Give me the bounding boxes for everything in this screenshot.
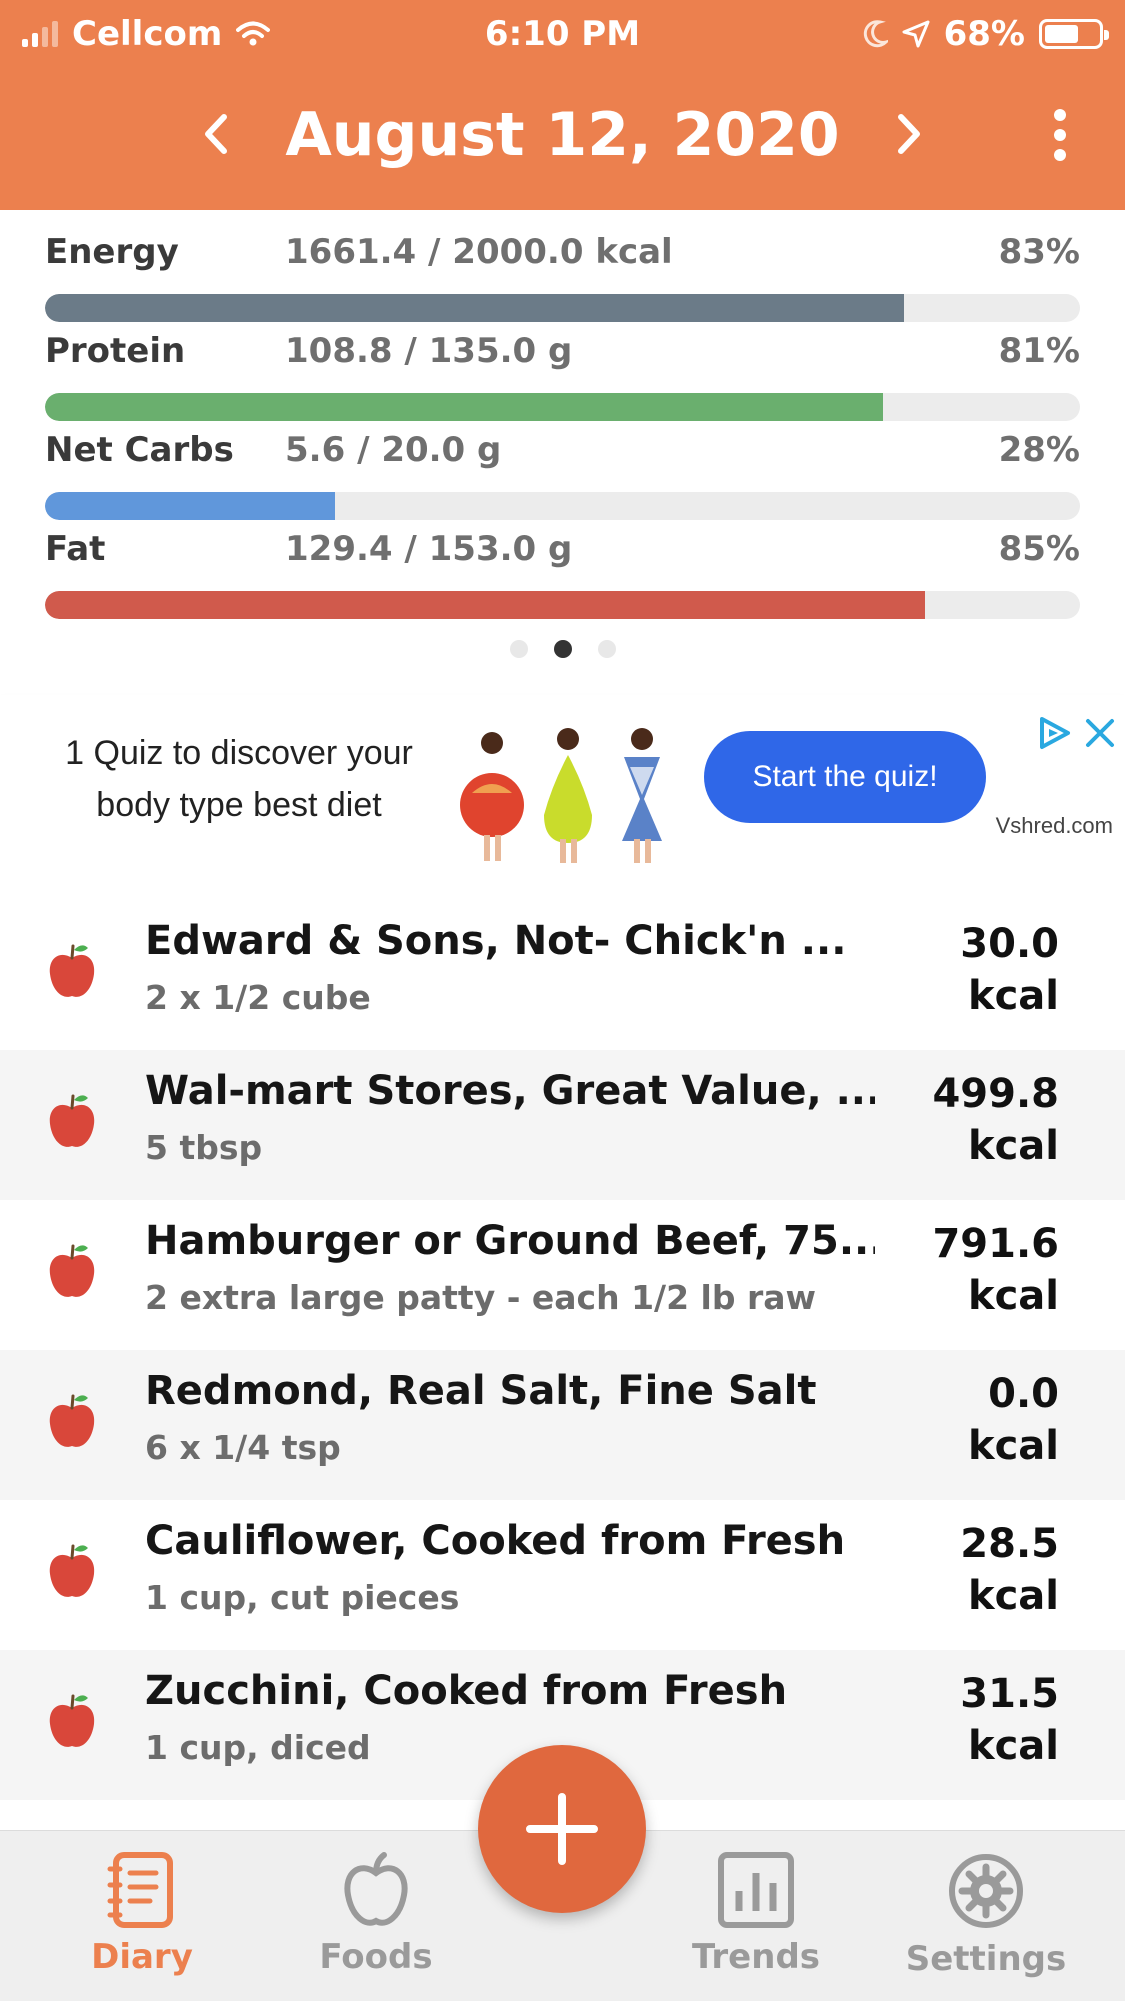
status-bar: Cellcom 6:10 PM 68% (0, 10, 1125, 60)
adchoices-icon[interactable] (1036, 715, 1072, 751)
apple-icon (48, 1243, 96, 1299)
gear-icon (949, 1854, 1023, 1928)
page-dot[interactable] (597, 640, 616, 658)
more-vertical-icon[interactable] (1040, 107, 1080, 163)
apple-icon (48, 1093, 96, 1149)
macro-net-carbs: Net Carbs 5.6 / 20.0 g 28% (45, 408, 1080, 520)
food-name: Hamburger or Ground Beef, 75... (145, 1218, 875, 1264)
apple-outline-icon (344, 1852, 408, 1926)
status-right: 68% (862, 14, 1109, 54)
app-header: Cellcom 6:10 PM 68% August 12, 2020 (0, 0, 1125, 210)
page-indicator[interactable] (0, 640, 1125, 658)
macro-name: Net Carbs (45, 430, 234, 470)
food-name: Wal-mart Stores, Great Value, ... (145, 1068, 875, 1114)
food-name: Cauliflower, Cooked from Fresh (145, 1518, 846, 1564)
food-serving: 1 cup, diced (145, 1728, 371, 1767)
tab-label: Trends (691, 1937, 821, 1977)
food-entry[interactable]: Wal-mart Stores, Great Value, ... 5 tbsp… (0, 1050, 1125, 1200)
food-serving: 2 x 1/2 cube (145, 978, 371, 1017)
food-calories: 0.0 kcal (968, 1368, 1059, 1472)
food-log-list: Edward & Sons, Not- Chick'n ... 2 x 1/2 … (0, 900, 1125, 1800)
calorie-unit: kcal (967, 973, 1059, 1019)
page-dot-active[interactable] (553, 640, 572, 658)
ad-domain: Vshred.com (995, 813, 1113, 838)
battery-percent: 68% (943, 14, 1025, 54)
macro-percent: 28% (998, 430, 1080, 470)
food-calories: 30.0 kcal (960, 918, 1059, 1022)
tab-label: Foods (319, 1937, 433, 1977)
macro-protein: Protein 108.8 / 135.0 g 81% (45, 309, 1080, 421)
macro-value: 129.4 / 153.0 g (285, 529, 573, 569)
food-serving: 2 extra large patty - each 1/2 lb raw (145, 1278, 817, 1317)
food-calories: 791.6 kcal (932, 1218, 1059, 1322)
food-serving: 5 tbsp (145, 1128, 263, 1167)
food-serving: 1 cup, cut pieces (145, 1578, 460, 1617)
food-calories: 499.8 kcal (932, 1068, 1059, 1172)
diary-date[interactable]: August 12, 2020 (0, 95, 1125, 175)
food-entry[interactable]: Hamburger or Ground Beef, 75... 2 extra … (0, 1200, 1125, 1350)
calorie-value: 791.6 (932, 1221, 1059, 1267)
food-entry[interactable]: Edward & Sons, Not- Chick'n ... 2 x 1/2 … (0, 900, 1125, 1050)
tab-label: Settings (905, 1939, 1067, 1979)
macro-percent: 85% (998, 529, 1080, 569)
calorie-value: 31.5 (960, 1671, 1059, 1717)
calorie-unit: kcal (967, 1423, 1059, 1469)
calorie-unit: kcal (967, 1723, 1059, 1769)
food-serving: 6 x 1/4 tsp (145, 1428, 341, 1467)
food-entry[interactable]: Cauliflower, Cooked from Fresh 1 cup, cu… (0, 1500, 1125, 1650)
calorie-unit: kcal (967, 1123, 1059, 1169)
start-quiz-button[interactable]: Start the quiz! (704, 731, 986, 823)
macro-percent: 81% (998, 331, 1080, 371)
food-name: Redmond, Real Salt, Fine Salt (145, 1368, 817, 1414)
moon-icon (863, 20, 888, 48)
apple-icon (48, 943, 96, 999)
food-name: Zucchini, Cooked from Fresh (145, 1668, 788, 1714)
tab-trends[interactable]: Trends (656, 1851, 856, 1991)
food-calories: 28.5 kcal (960, 1518, 1059, 1622)
ad-text[interactable]: 1 Quiz to discover your body type best d… (34, 727, 444, 831)
diary-notebook-icon (107, 1852, 173, 1928)
food-entry[interactable]: Redmond, Real Salt, Fine Salt 6 x 1/4 ts… (0, 1350, 1125, 1500)
add-food-button[interactable] (478, 1745, 646, 1913)
macro-energy: Energy 1661.4 / 2000.0 kcal 83% (45, 210, 1080, 322)
apple-icon (48, 1543, 96, 1599)
macro-percent: 83% (998, 232, 1080, 272)
tab-label: Diary (91, 1937, 193, 1977)
calorie-value: 30.0 (960, 921, 1059, 967)
macro-summary[interactable]: Energy 1661.4 / 2000.0 kcal 83% Protein … (0, 210, 1125, 680)
page-dot[interactable] (509, 640, 528, 658)
macro-progress-fill (45, 591, 925, 619)
macro-value: 1661.4 / 2000.0 kcal (285, 232, 673, 272)
chevron-right-icon[interactable] (883, 109, 933, 159)
macro-value: 5.6 / 20.0 g (285, 430, 502, 470)
food-name: Edward & Sons, Not- Chick'n ... (145, 918, 847, 964)
macro-value: 108.8 / 135.0 g (285, 331, 573, 371)
tab-diary[interactable]: Diary (42, 1851, 242, 1991)
location-arrow-icon (902, 20, 930, 48)
macro-name: Fat (45, 529, 106, 569)
apple-icon (48, 1693, 96, 1749)
apple-icon (48, 1393, 96, 1449)
macro-progress-track (45, 591, 1080, 619)
calorie-value: 0.0 (988, 1371, 1059, 1417)
macro-name: Protein (45, 331, 186, 371)
calorie-unit: kcal (967, 1273, 1059, 1319)
tab-foods[interactable]: Foods (276, 1851, 476, 1991)
calorie-value: 499.8 (932, 1071, 1059, 1117)
plus-icon (526, 1793, 598, 1865)
macro-fat: Fat 129.4 / 153.0 g 85% (45, 507, 1080, 619)
battery-icon (1039, 19, 1109, 49)
macro-name: Energy (45, 232, 179, 272)
calorie-unit: kcal (967, 1573, 1059, 1619)
food-calories: 31.5 kcal (960, 1668, 1059, 1772)
close-icon[interactable] (1082, 715, 1118, 751)
ad-banner[interactable]: 1 Quiz to discover your body type best d… (0, 695, 1125, 900)
date-navigator: August 12, 2020 (0, 95, 1125, 175)
calorie-value: 28.5 (960, 1521, 1059, 1567)
bar-chart-icon (718, 1852, 794, 1928)
ad-image[interactable] (460, 715, 680, 865)
tab-settings[interactable]: Settings (886, 1851, 1086, 1991)
